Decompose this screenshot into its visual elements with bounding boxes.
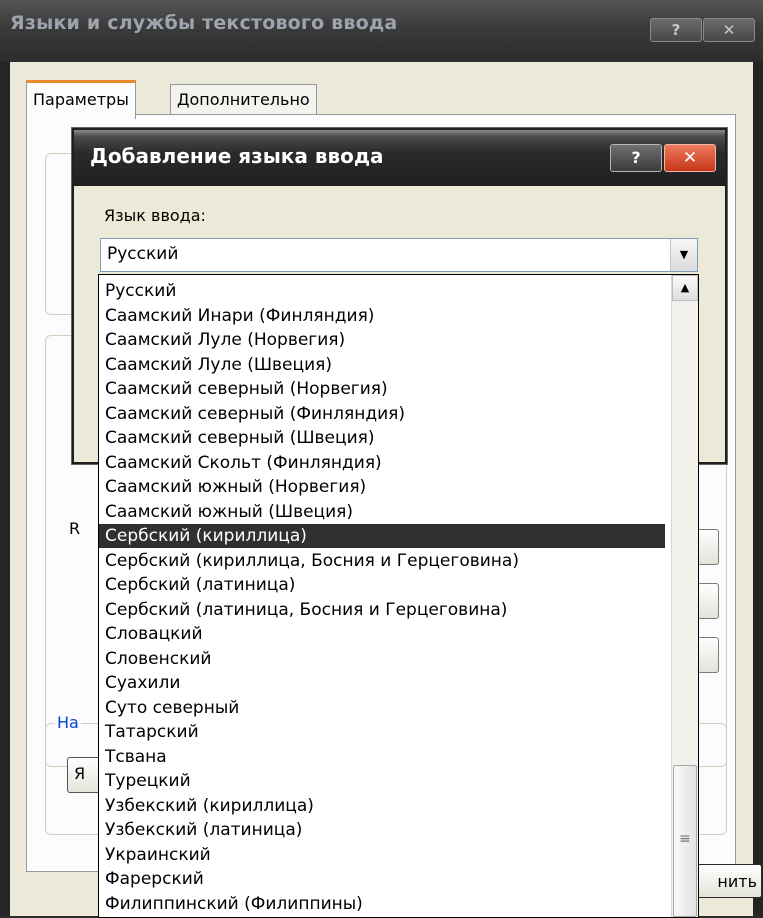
dialog-close-button[interactable]: ✕ xyxy=(664,144,716,172)
list-item[interactable]: Саамский южный (Норвегия) xyxy=(99,475,665,499)
list-item[interactable]: Тсвана xyxy=(99,745,665,769)
outer-help-button[interactable]: ? xyxy=(650,18,702,42)
partial-label-r: R xyxy=(69,519,81,538)
list-item[interactable]: Узбекский (кириллица) xyxy=(99,794,665,818)
list-item[interactable]: Сербский (кириллица, Босния и Герцеговин… xyxy=(99,549,665,573)
outer-close-button[interactable]: ✕ xyxy=(703,18,755,42)
side-button-remove[interactable] xyxy=(697,583,719,619)
list-item[interactable]: Сербский (латиница, Босния и Герцеговина… xyxy=(99,598,665,622)
list-item[interactable]: Саамский Луле (Норвегия) xyxy=(99,328,665,352)
list-item[interactable]: Саамский северный (Финляндия) xyxy=(99,402,665,426)
list-item[interactable]: Суахили xyxy=(99,671,665,695)
input-language-label: Язык ввода: xyxy=(104,206,206,225)
list-item[interactable]: Саамский северный (Норвегия) xyxy=(99,377,665,401)
dropdown-scrollbar[interactable]: ▲ ≡ xyxy=(671,275,698,917)
list-item[interactable]: Саамский Скольт (Финляндия) xyxy=(99,451,665,475)
list-item[interactable]: Сербский (латиница) xyxy=(99,573,665,597)
list-item[interactable]: Турецкий xyxy=(99,769,665,793)
outer-title-bar: Языки и службы текстового ввода ? ✕ xyxy=(0,0,763,62)
tab-parameters[interactable]: Параметры xyxy=(26,80,136,119)
input-language-combobox[interactable]: Русский ▼ xyxy=(100,238,698,272)
list-item[interactable]: Украинский xyxy=(99,843,665,867)
tab-advanced[interactable]: Дополнительно xyxy=(170,84,317,115)
grip-icon: ≡ xyxy=(679,831,691,847)
list-item[interactable]: Фарерский xyxy=(99,867,665,891)
chevron-down-icon[interactable]: ▼ xyxy=(670,239,697,271)
list-item[interactable]: Сербский (кириллица) xyxy=(99,524,665,548)
combobox-value: Русский xyxy=(107,244,179,264)
scroll-thumb[interactable]: ≡ xyxy=(673,765,697,917)
list-item[interactable]: Саамский Инари (Финляндия) xyxy=(99,304,665,328)
list-item[interactable]: Русский xyxy=(99,279,665,303)
list-item[interactable]: Татарский xyxy=(99,720,665,744)
list-item[interactable]: Саамский южный (Швеция) xyxy=(99,500,665,524)
list-item[interactable]: Словацкий xyxy=(99,622,665,646)
dialog-help-button[interactable]: ? xyxy=(610,144,662,172)
list-item[interactable]: Саамский северный (Швеция) xyxy=(99,426,665,450)
side-button-properties[interactable] xyxy=(697,637,719,673)
list-item[interactable]: Узбекский (латиница) xyxy=(99,818,665,842)
scroll-up-arrow-icon[interactable]: ▲ xyxy=(672,275,698,301)
list-item[interactable]: Суто северный xyxy=(99,696,665,720)
list-item[interactable]: Словенский xyxy=(99,647,665,671)
dialog-title: Добавление языка ввода xyxy=(90,144,384,168)
outer-window-title: Языки и службы текстового ввода xyxy=(10,12,398,34)
list-item[interactable]: Филиппинский (Филиппины) xyxy=(99,892,665,916)
dialog-title-bar: Добавление языка ввода ? ✕ xyxy=(74,130,725,186)
language-bar-button-partial-label: Я xyxy=(74,764,86,783)
list-item[interactable]: Саамский Луле (Швеция) xyxy=(99,353,665,377)
side-button-add[interactable] xyxy=(697,529,719,565)
language-dropdown-list[interactable]: Русский Саамский Инари (Финляндия) Саамски… xyxy=(98,274,699,918)
group-legend-settings: На xyxy=(55,713,81,732)
